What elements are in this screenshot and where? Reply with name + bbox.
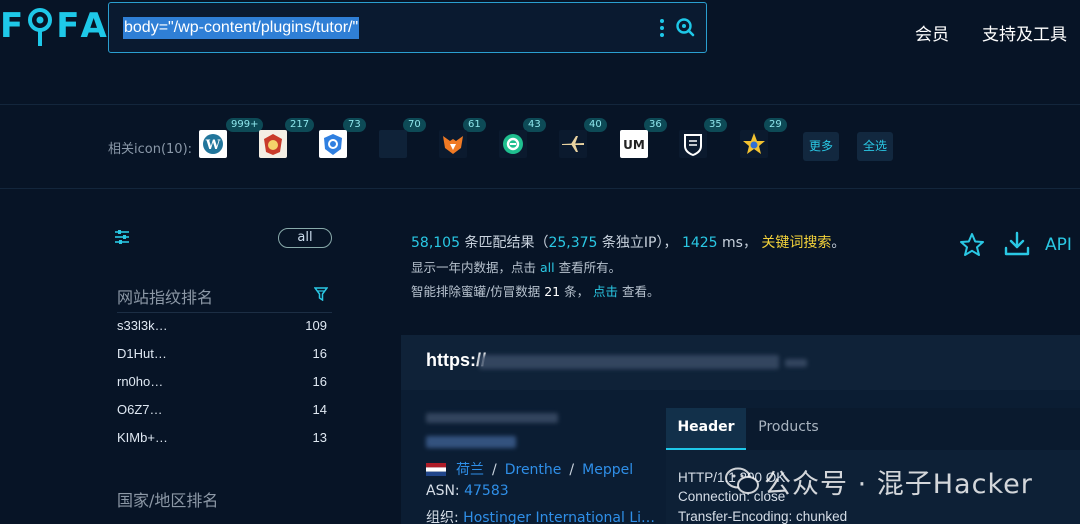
fingerprint-count: 14: [312, 402, 327, 417]
redacted-url: [785, 359, 807, 367]
logo-letter: A: [80, 6, 108, 46]
search-query-text[interactable]: body="/wp-content/plugins/tutor/": [123, 17, 360, 39]
icon-count-badge: 217: [285, 118, 315, 132]
tab-products[interactable]: Products: [746, 408, 831, 450]
crest-icon[interactable]: [679, 130, 707, 158]
divider: [0, 188, 1080, 189]
org-line: 组织: Hostinger International Li…: [426, 510, 656, 524]
query-time: 1425: [681, 235, 718, 251]
header-line: Transfer-Encoding: chunked: [678, 509, 848, 524]
divider: [117, 312, 332, 313]
search-icon[interactable]: [675, 17, 695, 37]
time-range-note: 显示一年内数据，点击 all 查看所有。: [411, 260, 622, 275]
nav-support-tools[interactable]: 支持及工具: [982, 20, 1067, 45]
all-toggle-pill[interactable]: all: [278, 228, 332, 248]
star-icon[interactable]: [958, 231, 986, 259]
fingerprint-count: 109: [305, 318, 327, 333]
icon-count-badge: 35: [704, 118, 727, 132]
redacted-ip: [426, 436, 516, 448]
icon-count-badge: 40: [584, 118, 607, 132]
result-tabs: Header Products: [666, 408, 1080, 450]
fingerprint-item[interactable]: rn0ho…: [117, 374, 163, 389]
unique-ip-count: 25,375: [548, 235, 598, 251]
redacted-url: [479, 355, 779, 369]
download-icon[interactable]: [1003, 230, 1031, 258]
um-icon[interactable]: UM: [620, 130, 648, 158]
fingerprint-item[interactable]: O6Z7…: [117, 402, 163, 417]
green-circle-icon[interactable]: [499, 130, 527, 158]
fingerprint-ranking-title: 网站指纹排名: [117, 288, 214, 307]
more-icons-button[interactable]: 更多: [803, 132, 840, 161]
fingerprint-item[interactable]: D1Hut…: [117, 346, 167, 361]
related-icons-label: 相关icon(10):: [108, 142, 193, 157]
show-all-link[interactable]: all: [540, 260, 555, 275]
location-breadcrumb: 荷兰 / Drenthe / Meppel: [456, 462, 634, 478]
search-input[interactable]: body="/wp-content/plugins/tutor/": [108, 2, 707, 53]
fingerprint-count: 16: [312, 374, 327, 389]
shield-blue-icon[interactable]: [319, 130, 347, 158]
result-summary: 58,105 条匹配结果（25,375 条独立IP）， 1425 ms， 关键词…: [411, 235, 846, 251]
fingerprint-count: 16: [312, 346, 327, 361]
svg-text:UM: UM: [623, 138, 645, 152]
top-bar: F F A body="/wp-content/plugins/tutor/" …: [0, 0, 1080, 66]
select-all-icons-button[interactable]: 全选: [857, 132, 894, 161]
fofa-logo[interactable]: F F A: [0, 4, 108, 48]
divider: [0, 104, 1080, 105]
redacted-ip: [426, 413, 558, 423]
keyword-search-link[interactable]: 关键词搜索: [761, 235, 831, 251]
blank-icon[interactable]: [379, 130, 407, 158]
honeypot-note: 智能排除蜜罐/仿冒数据 21 条， 点击 查看。: [411, 284, 660, 299]
airplane-icon[interactable]: [559, 130, 587, 158]
asn-line: ASN: 47583: [426, 483, 509, 499]
logo-letter: F: [0, 6, 25, 46]
region-link[interactable]: Drenthe: [505, 462, 562, 478]
star-badge-icon[interactable]: [740, 130, 768, 158]
country-ranking-title: 国家/地区排名: [117, 491, 219, 510]
fox-icon[interactable]: [439, 130, 467, 158]
asn-link[interactable]: 47583: [464, 483, 509, 499]
icon-count-badge: 999+: [226, 118, 264, 132]
result-url[interactable]: https://: [426, 350, 486, 371]
funnel-icon[interactable]: [314, 287, 328, 301]
city-link[interactable]: Meppel: [582, 462, 633, 478]
badge-icon[interactable]: [259, 130, 287, 158]
tab-header[interactable]: Header: [666, 408, 746, 450]
view-excluded-link[interactable]: 点击: [593, 284, 618, 299]
country-link[interactable]: 荷兰: [456, 462, 484, 478]
watermark-text: 公众号 · 混子Hacker: [764, 469, 1033, 500]
fingerprint-item[interactable]: KIMb+…: [117, 430, 168, 445]
result-card-header: https://: [401, 335, 1080, 390]
logo-search-glyph: [25, 4, 55, 48]
logo-letter: F: [56, 6, 81, 46]
fingerprint-count: 13: [312, 430, 327, 445]
more-options-icon[interactable]: [658, 17, 666, 39]
nav-membership[interactable]: 会员: [915, 20, 949, 45]
netherlands-flag-icon: [426, 463, 446, 476]
fingerprint-item[interactable]: s33l3k…: [117, 318, 168, 333]
total-results: 58,105: [411, 235, 460, 251]
filter-settings-icon[interactable]: [114, 229, 130, 245]
org-link[interactable]: Hostinger International Li…: [463, 510, 655, 524]
svg-text:W: W: [205, 138, 221, 153]
api-link[interactable]: API: [1045, 235, 1072, 255]
wordpress-icon[interactable]: W: [199, 130, 227, 158]
